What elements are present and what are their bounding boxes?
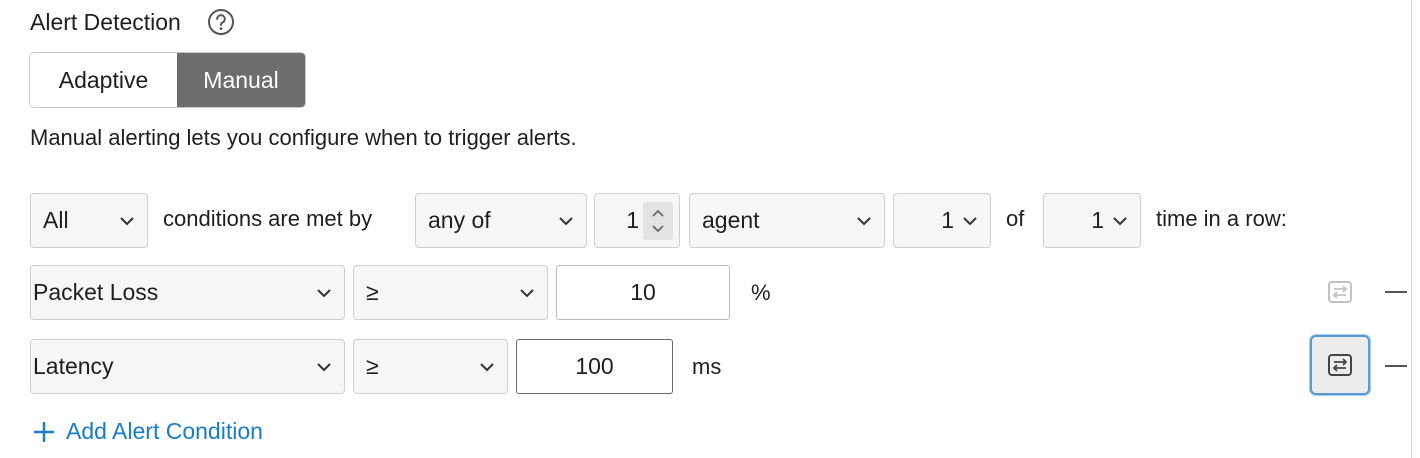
chevron-down-icon: [317, 362, 331, 371]
chevron-down-icon: [317, 288, 331, 297]
convert-condition-button[interactable]: [1318, 274, 1362, 310]
condition-metric-select[interactable]: Packet Loss: [30, 265, 345, 320]
condition-value-input[interactable]: 10: [556, 265, 730, 320]
chevron-down-icon: [520, 288, 534, 297]
minus-icon: [1385, 365, 1407, 367]
alert-detection-title: Alert Detection: [30, 9, 181, 35]
conditions-met-label: conditions are met by: [163, 206, 373, 231]
time-in-row-label: time in a row:: [1156, 206, 1287, 231]
stepper-up-down-icon: [652, 209, 664, 232]
chevron-down-icon: [559, 216, 573, 225]
times-select[interactable]: 1: [893, 193, 991, 248]
target-select[interactable]: agent: [689, 193, 885, 248]
add-alert-condition-label: Add Alert Condition: [66, 418, 263, 444]
condition-operator-value: ≥: [366, 279, 379, 305]
condition-unit: %: [751, 280, 771, 305]
chevron-down-icon: [120, 216, 134, 225]
adaptive-mode-button[interactable]: Adaptive: [30, 53, 177, 107]
help-icon[interactable]: [207, 8, 235, 36]
condition-metric-value: Latency: [33, 353, 114, 379]
count-value: 1: [626, 207, 639, 233]
condition-operator-select[interactable]: ≥: [353, 339, 508, 394]
remove-condition-button[interactable]: [1385, 282, 1407, 302]
minus-icon: [1385, 291, 1407, 293]
target-select-value: agent: [702, 207, 760, 233]
match-select[interactable]: All: [30, 193, 148, 248]
of-label: of: [1006, 206, 1025, 231]
condition-operator-select[interactable]: ≥: [353, 265, 548, 320]
swap-icon: [1328, 281, 1352, 303]
add-alert-condition-link[interactable]: Add Alert Condition: [32, 418, 263, 445]
count-stepper[interactable]: 1: [594, 193, 680, 248]
stepper-arrows[interactable]: [643, 201, 673, 240]
chevron-down-icon: [857, 216, 871, 225]
mode-description: Manual alerting lets you configure when …: [30, 125, 577, 150]
detection-mode-toggle: Adaptive Manual: [29, 52, 306, 108]
scope-select[interactable]: any of: [415, 193, 587, 248]
times-select-value: 1: [941, 207, 954, 233]
chevron-down-icon: [1113, 216, 1127, 225]
condition-operator-value: ≥: [366, 353, 379, 379]
match-select-value: All: [43, 207, 69, 233]
remove-condition-button[interactable]: [1385, 356, 1407, 376]
chevron-down-icon: [963, 216, 977, 225]
panel-border: [1411, 0, 1412, 458]
window-select[interactable]: 1: [1043, 193, 1141, 248]
condition-value-input[interactable]: 100: [516, 339, 673, 394]
manual-mode-button[interactable]: Manual: [177, 53, 305, 107]
convert-condition-button[interactable]: [1310, 335, 1370, 395]
chevron-down-icon: [480, 362, 494, 371]
scope-select-value: any of: [428, 207, 491, 233]
swap-icon: [1328, 354, 1352, 376]
plus-icon: [34, 421, 54, 442]
condition-metric-select[interactable]: Latency: [30, 339, 345, 394]
condition-unit: ms: [692, 354, 722, 379]
condition-metric-value: Packet Loss: [33, 279, 159, 305]
window-select-value: 1: [1091, 207, 1104, 233]
